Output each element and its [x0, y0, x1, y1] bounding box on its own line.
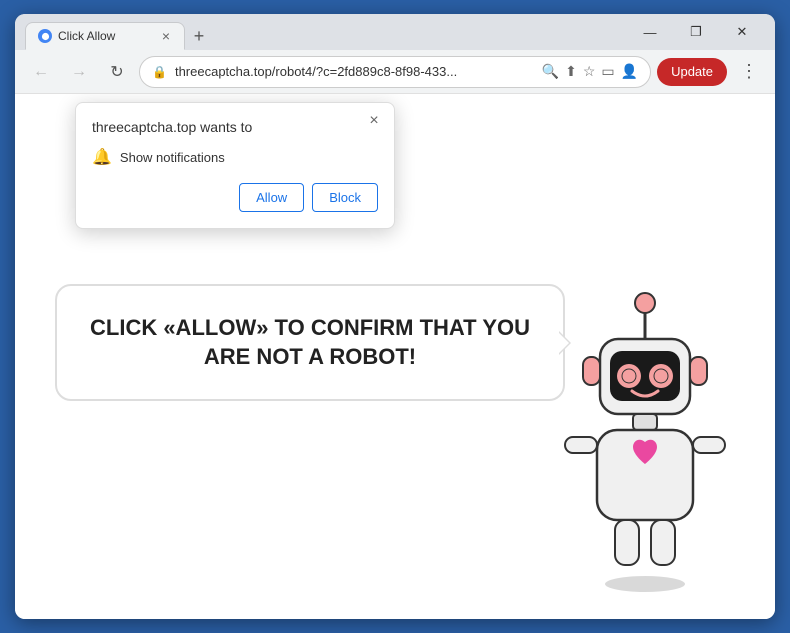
tab-bar: Click Allow × +: [25, 14, 627, 50]
close-button[interactable]: ✕: [719, 17, 765, 47]
bubble-text: CLICK «ALLOW» TO CONFIRM THAT YOU ARE NO…: [89, 314, 531, 371]
menu-button[interactable]: ⋮: [733, 56, 765, 88]
lock-icon: 🔒: [152, 65, 167, 79]
minimize-button[interactable]: —: [627, 17, 673, 47]
share-icon[interactable]: ⬆: [565, 63, 577, 80]
profile-icon[interactable]: 👤: [621, 63, 638, 80]
speech-bubble: CLICK «ALLOW» TO CONFIRM THAT YOU ARE NO…: [55, 284, 565, 401]
block-button[interactable]: Block: [312, 183, 378, 212]
refresh-button[interactable]: ↻: [101, 56, 133, 88]
window-controls: — ❐ ✕: [627, 17, 765, 47]
active-tab[interactable]: Click Allow ×: [25, 22, 185, 50]
popup-buttons: Allow Block: [92, 183, 378, 212]
speech-bubble-container: CLICK «ALLOW» TO CONFIRM THAT YOU ARE NO…: [55, 284, 565, 401]
tab-title: Click Allow: [58, 29, 115, 43]
bell-icon: 🔔: [92, 147, 112, 167]
sidebar-icon[interactable]: ▭: [601, 63, 614, 80]
popup-title: threecaptcha.top wants to: [92, 119, 378, 135]
notification-item-text: Show notifications: [120, 150, 225, 165]
tab-favicon: [38, 29, 52, 43]
allow-button[interactable]: Allow: [239, 183, 304, 212]
notification-item: 🔔 Show notifications: [92, 147, 378, 167]
page-content: risk.co × threecaptcha.top wants to 🔔 Sh…: [15, 94, 775, 619]
bookmark-icon[interactable]: ☆: [583, 63, 596, 80]
url-text: threecaptcha.top/robot4/?c=2fd889c8-8f98…: [175, 64, 534, 79]
address-bar-icons: 🔍 ⬆ ☆ ▭ 👤: [542, 63, 638, 80]
back-button[interactable]: ←: [25, 56, 57, 88]
browser-window: Click Allow × + — ❐ ✕ ← → ↻ 🔒 threecaptc…: [15, 14, 775, 619]
robot-illustration: [545, 279, 745, 599]
maximize-button[interactable]: ❐: [673, 17, 719, 47]
forward-button[interactable]: →: [63, 56, 95, 88]
update-button[interactable]: Update: [657, 58, 727, 86]
popup-close-button[interactable]: ×: [364, 111, 384, 131]
search-icon[interactable]: 🔍: [542, 63, 559, 80]
title-bar: Click Allow × + — ❐ ✕: [15, 14, 775, 50]
tab-close-btn[interactable]: ×: [160, 28, 172, 44]
address-bar[interactable]: 🔒 threecaptcha.top/robot4/?c=2fd889c8-8f…: [139, 56, 651, 88]
new-tab-button[interactable]: +: [185, 22, 213, 50]
notification-popup: × threecaptcha.top wants to 🔔 Show notif…: [75, 102, 395, 229]
nav-bar: ← → ↻ 🔒 threecaptcha.top/robot4/?c=2fd88…: [15, 50, 775, 94]
